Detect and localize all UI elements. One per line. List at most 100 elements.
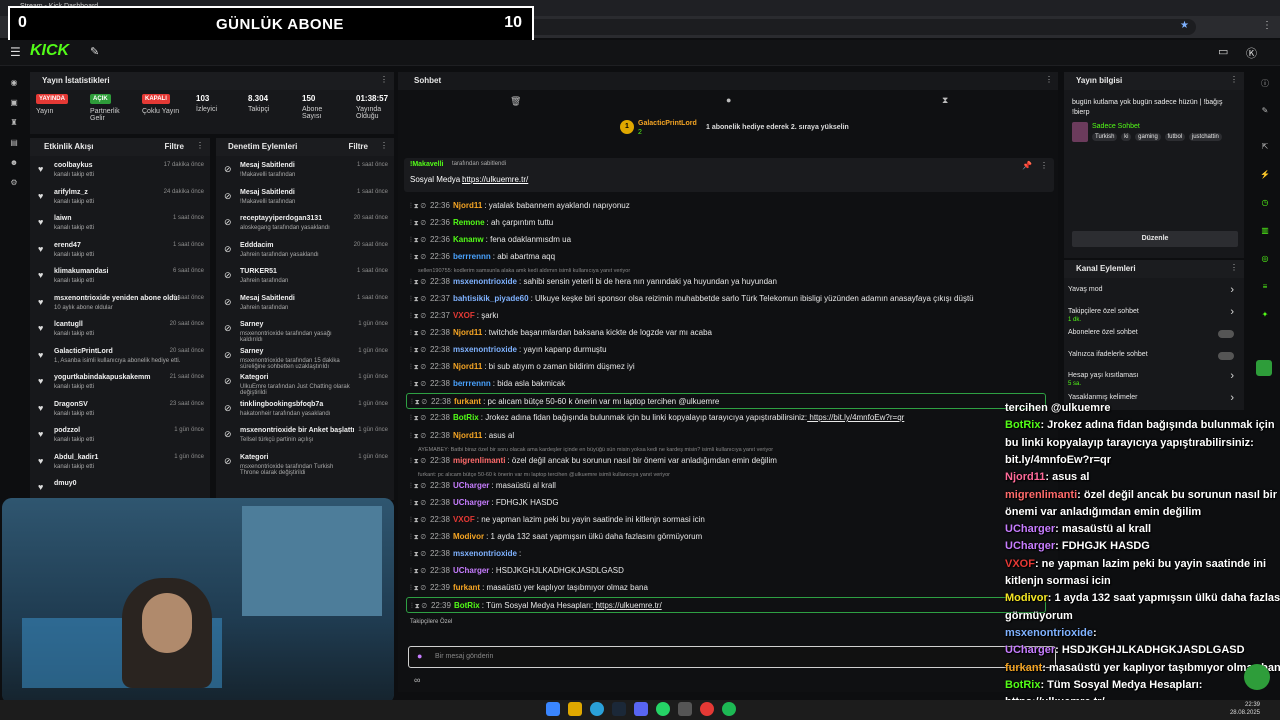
message-username[interactable]: Kananw xyxy=(453,235,484,244)
channel-action-item[interactable]: Hesap yaşı kısıtlaması 5 sa. › xyxy=(1068,370,1240,392)
chat-message[interactable]: ⫶ ⧗ ⊘ 22:38 VXOF: ne yapman lazim peki bu … xyxy=(410,512,705,528)
edge-icon[interactable] xyxy=(590,702,604,716)
chat-message[interactable]: ⫶ ⧗ ⊘ 22:38 migrenlimanti: özel değil anca… xyxy=(410,453,777,469)
list-item[interactable]: ⊘ Sarney msxenontrioxide tarafından yasağı… xyxy=(216,319,394,345)
chat-message[interactable]: ⫶ ⧗ ⊘ 22:38 Njord11: bi sub atıyım o zaman… xyxy=(410,359,635,375)
chat-message[interactable]: ⫶ ⧗ ⊘ 22:38 msxenontrioxide: xyxy=(410,546,521,562)
mod-tools-icon[interactable]: ⫶ ⧗ ⊘ xyxy=(411,399,427,406)
list-item[interactable]: ♥ msxenontrioxide yeniden abone oldu! 10 a… xyxy=(30,293,210,319)
list-item[interactable]: ⊘ receptayyiperdogan3131 aloskegang tarafı… xyxy=(216,213,394,239)
list-icon[interactable]: ≡ xyxy=(1260,282,1270,292)
mod-tools-icon[interactable]: ⫶ ⧗ ⊘ xyxy=(410,551,426,558)
message-username[interactable]: berrrennn xyxy=(453,379,491,388)
chat-message[interactable]: ⫶ ⧗ ⊘ 22:38 furkant: pc alıcam bütçe 50-60… xyxy=(406,393,1046,409)
chat-message[interactable]: ⫶ ⧗ ⊘ 22:38 UCharger: masaüstü al krall xyxy=(410,478,556,494)
chat-bubble-icon[interactable]: ● xyxy=(726,95,731,105)
chat-message[interactable]: ⫶ ⧗ ⊘ 22:38 Njord11: asus al xyxy=(410,428,514,444)
mod-tools-icon[interactable]: ⫶ ⧗ ⊘ xyxy=(410,203,426,210)
mod-tools-icon[interactable]: ⫶ ⧗ ⊘ xyxy=(410,483,426,490)
chevron-right-icon[interactable]: › xyxy=(1230,306,1234,318)
whatsapp-icon[interactable] xyxy=(656,702,670,716)
wrench-icon[interactable]: ✦ xyxy=(1260,310,1270,320)
message-username[interactable]: Njord11 xyxy=(453,328,482,337)
chat-message[interactable]: ⫶ ⧗ ⊘ 22:38 Njord11: twitchde başarımlarda… xyxy=(410,325,712,341)
explorer-icon[interactable] xyxy=(568,702,582,716)
chat-message[interactable]: ⫶ ⧗ ⊘ 22:38 msxenontrioxide: sahibi sensin… xyxy=(410,274,777,290)
stream-info-menu-icon[interactable]: ⋮ xyxy=(1230,75,1238,84)
mod-tools-icon[interactable]: ⫶ ⧗ ⊘ xyxy=(410,568,426,575)
message-username[interactable]: msxenontrioxide xyxy=(453,549,517,558)
list-item[interactable]: ♥ GalacticPrintLord 1, Asanba isimli kulla… xyxy=(30,346,210,372)
edit-stream-button[interactable]: Düzenle xyxy=(1072,231,1238,247)
tag-chip[interactable]: justchattin xyxy=(1188,133,1222,141)
list-item[interactable]: ⊘ Kategori msxenontrioxide tarafından Turk… xyxy=(216,452,394,478)
message-username[interactable]: Modivor xyxy=(453,532,484,541)
trophy-icon[interactable]: ♜ xyxy=(9,118,19,128)
list-item[interactable]: ♥ lcantugll kanalı takip etti 20 saat önce xyxy=(30,319,210,345)
tag-chip[interactable]: gaming xyxy=(1135,133,1161,141)
steam-icon[interactable] xyxy=(612,702,626,716)
stats-menu-icon[interactable]: ⋮ xyxy=(380,75,388,84)
message-username[interactable]: VXOF xyxy=(453,311,475,320)
category-name[interactable]: Sadece Sohbet xyxy=(1092,123,1140,130)
list-item[interactable]: ♥ DragonSV kanalı takip etti 23 saat önce xyxy=(30,399,210,425)
message-username[interactable]: UCharger xyxy=(453,481,489,490)
channel-action-item[interactable]: Takipçilere özel sohbet 1 dk. › xyxy=(1068,306,1240,328)
tag-chip[interactable]: Turkish xyxy=(1092,133,1118,141)
chat-message[interactable]: ⫶ ⧗ ⊘ 22:36 berrrennn: abi abartma aqq xyxy=(410,249,555,265)
message-username[interactable]: Remone xyxy=(453,218,485,227)
list-item[interactable]: ♥ Abdul_kadir1 kanalı takip etti 1 gün önce xyxy=(30,452,210,478)
message-username[interactable]: Njord11 xyxy=(453,431,482,440)
chevron-right-icon[interactable]: › xyxy=(1230,392,1234,404)
message-username[interactable]: msxenontrioxide xyxy=(453,345,517,354)
community-icon[interactable]: ☻ xyxy=(9,158,19,168)
chat-message[interactable]: ⫶ ⧗ ⊘ 22:38 UCharger: FDHGJK HASDG xyxy=(410,495,559,511)
toggle-switch[interactable] xyxy=(1218,351,1234,360)
mod-tools-icon[interactable]: ⫶ ⧗ ⊘ xyxy=(410,313,426,320)
message-username[interactable]: Njord11 xyxy=(453,362,482,371)
mic-icon[interactable]: ● xyxy=(417,651,422,661)
message-username[interactable]: migrenlimanti xyxy=(453,456,505,465)
hamburger-menu-icon[interactable]: ☰ xyxy=(10,45,21,59)
pinned-link[interactable]: https://ulkuemre.tr/ xyxy=(462,175,528,184)
timer-icon[interactable]: ◷ xyxy=(1260,198,1270,208)
hourglass-icon[interactable]: ⧗ xyxy=(942,95,948,106)
tag-chip[interactable]: futbol xyxy=(1164,133,1186,141)
channel-action-item[interactable]: Abonelere özel sohbet xyxy=(1068,329,1240,349)
list-item[interactable]: ♥ klimakumandasi kanalı takip etti 6 saat ö… xyxy=(30,266,210,292)
mod-tools-icon[interactable]: ⫶ ⧗ ⊘ xyxy=(410,381,426,388)
gift-prompt[interactable]: 1 abonelik hediye ederek 2. sıraya yükse… xyxy=(706,124,849,131)
expand-icon[interactable]: ⇱ xyxy=(1260,142,1270,152)
modlog-menu-icon[interactable]: ⋮ xyxy=(380,141,388,150)
message-username[interactable]: furkant xyxy=(454,397,481,406)
chat-input[interactable]: ● Bir mesaj gönderin xyxy=(408,646,1056,668)
mod-tools-icon[interactable]: ⫶ ⧗ ⊘ xyxy=(410,433,426,440)
list-item[interactable]: ⊘ Edddacim Jahrein tarafından yasaklandı 20… xyxy=(216,240,394,266)
chat-message[interactable]: ⫶ ⧗ ⊘ 22:36 Kananw: fena odaklanmısdm ua xyxy=(410,232,571,248)
chat-message[interactable]: ⫶ ⧗ ⊘ 22:39 BotRix: Tüm Sosyal Medya Hesap… xyxy=(406,597,1046,613)
chat-message[interactable]: ⫶ ⧗ ⊘ 22:37 bahtisikik_piyade60: Ulkuye ke… xyxy=(410,291,974,307)
list-item[interactable]: ⊘ Mesaj Sabitlendi !Makavelli tarafından 1 … xyxy=(216,160,394,186)
list-item[interactable]: ⊘ Mesaj Sabitlendi Jahrein tarafından 1 saa… xyxy=(216,293,394,319)
spotify-icon[interactable] xyxy=(722,702,736,716)
chat-message[interactable]: ⫶ ⧗ ⊘ 22:37 VXOF: şarkı xyxy=(410,308,499,324)
list-item[interactable]: ⊘ Kategori UlkuEmre tarafından Just Chatti… xyxy=(216,372,394,398)
channel-action-item[interactable]: Yavaş mod › xyxy=(1068,284,1240,306)
list-item[interactable]: ♥ arifylmz_z kanalı takip etti 24 dakika ön… xyxy=(30,187,210,213)
message-username[interactable]: UCharger xyxy=(453,498,489,507)
list-item[interactable]: ⊘ tinklingbookingsbfoqb7a hakatonheir tara… xyxy=(216,399,394,425)
mod-tools-icon[interactable]: ⫶ ⧗ ⊘ xyxy=(410,415,426,422)
mod-tools-icon[interactable]: ⫶ ⧗ ⊘ xyxy=(410,296,426,303)
start-icon[interactable] xyxy=(546,702,560,716)
list-item[interactable]: ♥ coolbaykus kanalı takip etti 17 dakika ön… xyxy=(30,160,210,186)
list-item[interactable]: ⊘ msxenontrioxide bir Anket başlattı Tells… xyxy=(216,425,394,451)
channel-actions-menu-icon[interactable]: ⋮ xyxy=(1230,263,1238,272)
mod-tools-icon[interactable]: ⫶ ⧗ ⊘ xyxy=(410,500,426,507)
message-username[interactable]: BotRix xyxy=(453,413,479,422)
list-item[interactable]: ⊘ Mesaj Sabitlendi !Makavelli tarafından 1 … xyxy=(216,187,394,213)
list-item[interactable]: ♥ yogurtkabindakapuskakemm kanalı takip et… xyxy=(30,372,210,398)
trash-icon[interactable]: 🗑 xyxy=(510,96,521,107)
message-username[interactable]: VXOF xyxy=(453,515,475,524)
mod-tools-icon[interactable]: ⫶ ⧗ ⊘ xyxy=(410,585,426,592)
mod-tools-icon[interactable]: ⫶ ⧗ ⊘ xyxy=(410,347,426,354)
